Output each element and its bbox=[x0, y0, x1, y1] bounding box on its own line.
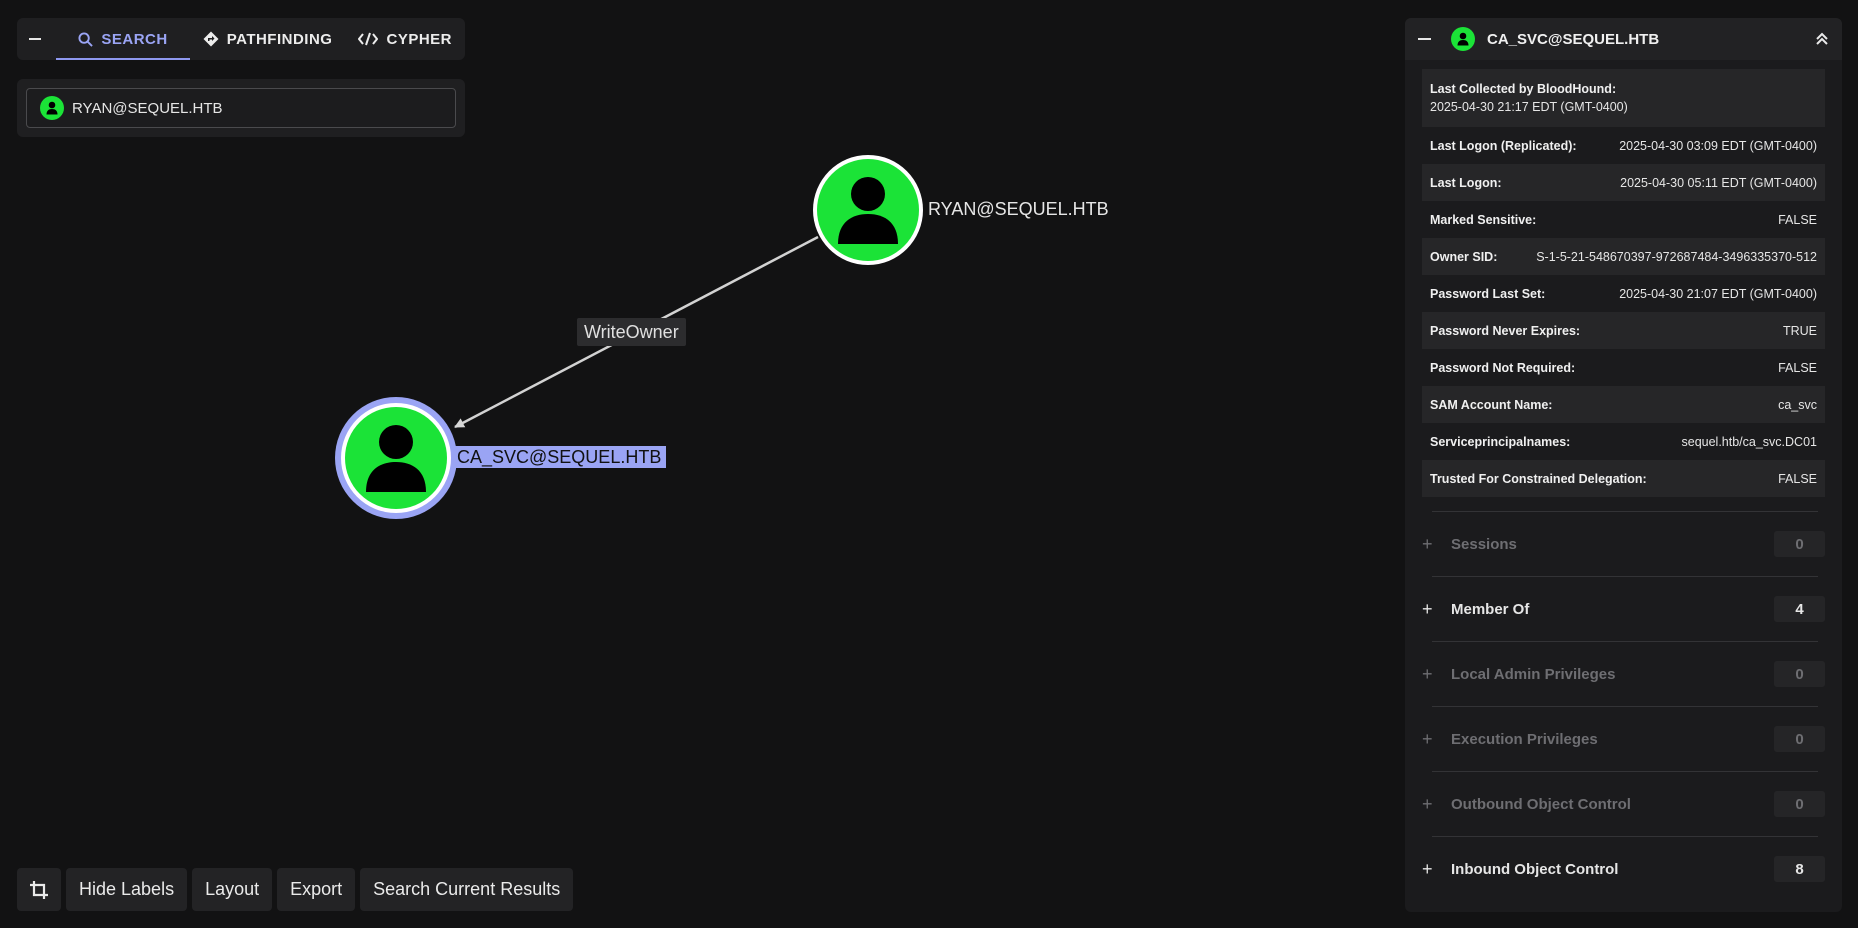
section-label: Sessions bbox=[1451, 535, 1517, 553]
property-key: Password Never Expires: bbox=[1430, 323, 1581, 338]
route-icon bbox=[203, 31, 219, 47]
property-value: TRUE bbox=[1782, 323, 1817, 338]
property-row: SAM Account Name: ca_svc bbox=[1422, 386, 1825, 423]
tab-pathfinding[interactable]: PATHFINDING bbox=[190, 18, 346, 60]
crop-button[interactable] bbox=[17, 868, 61, 911]
tab-cypher[interactable]: CYPHER bbox=[345, 18, 465, 60]
section-label: Local Admin Privileges bbox=[1451, 665, 1616, 683]
property-row: Last Logon: 2025-04-30 05:11 EDT (GMT-040… bbox=[1422, 164, 1825, 201]
property-row: Marked Sensitive: FALSE bbox=[1422, 201, 1825, 238]
layout-button[interactable]: Layout bbox=[192, 868, 273, 911]
property-value: 2025-04-30 05:11 EDT (GMT-0400) bbox=[1620, 175, 1817, 190]
search-input[interactable]: RYAN@SEQUEL.HTB bbox=[26, 88, 456, 128]
section-count: 0 bbox=[1774, 791, 1825, 817]
node-label-ca-svc: CA_SVC@SEQUEL.HTB bbox=[452, 446, 667, 468]
user-icon bbox=[40, 96, 64, 120]
property-key: Last Collected by BloodHound: bbox=[1430, 82, 1617, 96]
edge-label: WriteOwner bbox=[577, 318, 686, 346]
plus-icon: + bbox=[1422, 793, 1433, 814]
entity-panel: CA_SVC@SEQUEL.HTB Last Collected by Bloo… bbox=[1405, 18, 1842, 912]
section-label: Member Of bbox=[1451, 600, 1530, 618]
entity-title: CA_SVC@SEQUEL.HTB bbox=[1487, 30, 1660, 48]
code-icon bbox=[358, 32, 379, 46]
property-key: Serviceprincipalnames: bbox=[1430, 434, 1571, 449]
property-value: S-1-5-21-548670397-972687484-3496335370-… bbox=[1536, 249, 1817, 264]
property-key: Password Not Required: bbox=[1430, 360, 1576, 375]
tab-cypher-label: CYPHER bbox=[386, 30, 452, 48]
section-sessions[interactable]: + Sessions 0 bbox=[1422, 512, 1825, 576]
entity-panel-header: CA_SVC@SEQUEL.HTB bbox=[1405, 18, 1842, 60]
node-ryan[interactable] bbox=[813, 155, 923, 265]
double-chevron-up-icon[interactable] bbox=[1815, 32, 1829, 46]
user-icon bbox=[838, 177, 898, 244]
property-value: FALSE bbox=[1778, 360, 1817, 375]
property-row: Last Collected by BloodHound: 2025-04-30 … bbox=[1422, 69, 1825, 127]
section-label: Outbound Object Control bbox=[1451, 795, 1631, 813]
property-value: 2025-04-30 21:07 EDT (GMT-0400) bbox=[1619, 286, 1817, 301]
graph-toolbar: Hide Labels Layout Export Search Current… bbox=[17, 868, 574, 911]
plus-icon: + bbox=[1422, 598, 1433, 619]
hide-labels-button[interactable]: Hide Labels bbox=[66, 868, 188, 911]
property-row: Password Last Set: 2025-04-30 21:07 EDT (… bbox=[1422, 275, 1825, 312]
tab-search-label: SEARCH bbox=[101, 30, 168, 48]
section-label: Inbound Object Control bbox=[1451, 860, 1619, 878]
property-row: Last Logon (Replicated): 2025-04-30 03:09… bbox=[1422, 127, 1825, 164]
property-row: Serviceprincipalnames: sequel.htb/ca_svc.… bbox=[1422, 423, 1825, 460]
search-current-results-button[interactable]: Search Current Results bbox=[360, 868, 574, 911]
property-value: FALSE bbox=[1778, 212, 1817, 227]
section-label: Execution Privileges bbox=[1451, 730, 1598, 748]
property-row: Password Never Expires: TRUE bbox=[1422, 312, 1825, 349]
search-input-value: RYAN@SEQUEL.HTB bbox=[72, 99, 223, 117]
properties-list: Last Collected by BloodHound: 2025-04-30 … bbox=[1422, 69, 1825, 497]
user-icon bbox=[366, 425, 426, 492]
property-row: Trusted For Constrained Delegation: FALSE bbox=[1422, 460, 1825, 497]
property-row: Password Not Required: FALSE bbox=[1422, 349, 1825, 386]
plus-icon: + bbox=[1422, 858, 1433, 879]
export-button[interactable]: Export bbox=[277, 868, 356, 911]
plus-icon: + bbox=[1422, 533, 1433, 554]
tab-search[interactable]: SEARCH bbox=[56, 18, 191, 60]
tab-pathfinding-label: PATHFINDING bbox=[226, 30, 333, 48]
collapse-panel-button[interactable] bbox=[1418, 38, 1431, 40]
user-icon bbox=[1451, 27, 1475, 51]
section-count: 0 bbox=[1774, 531, 1825, 557]
property-key: Last Logon (Replicated): bbox=[1430, 138, 1577, 153]
property-value: 2025-04-30 21:17 EDT (GMT-0400) bbox=[1430, 100, 1628, 114]
section-count: 0 bbox=[1774, 726, 1825, 752]
search-icon bbox=[78, 31, 94, 47]
property-key: SAM Account Name: bbox=[1430, 397, 1553, 412]
selected-node-label: CA_SVC@SEQUEL.HTB bbox=[452, 446, 667, 468]
section-member-of[interactable]: + Member Of 4 bbox=[1422, 577, 1825, 641]
plus-icon: + bbox=[1422, 728, 1433, 749]
node-label-ryan: RYAN@SEQUEL.HTB bbox=[928, 199, 1109, 219]
property-value: 2025-04-30 03:09 EDT (GMT-0400) bbox=[1619, 138, 1817, 153]
property-value: FALSE bbox=[1778, 471, 1817, 486]
section-local-admin-privileges[interactable]: + Local Admin Privileges 0 bbox=[1422, 642, 1825, 706]
search-panel: RYAN@SEQUEL.HTB bbox=[17, 79, 465, 137]
section-outbound-object-control[interactable]: + Outbound Object Control 0 bbox=[1422, 772, 1825, 836]
property-key: Owner SID: bbox=[1430, 249, 1498, 264]
node-ca-svc[interactable] bbox=[335, 397, 457, 519]
collapse-button[interactable] bbox=[17, 18, 52, 60]
section-execution-privileges[interactable]: + Execution Privileges 0 bbox=[1422, 707, 1825, 771]
property-value: sequel.htb/ca_svc.DC01 bbox=[1681, 434, 1818, 449]
section-inbound-object-control[interactable]: + Inbound Object Control 8 bbox=[1422, 837, 1825, 901]
search-tabbar: SEARCH PATHFINDING CYPHER bbox=[17, 18, 465, 60]
property-key: Last Logon: bbox=[1430, 175, 1502, 190]
property-value: ca_svc bbox=[1778, 397, 1817, 412]
property-key: Trusted For Constrained Delegation: bbox=[1430, 471, 1647, 486]
property-key: Marked Sensitive: bbox=[1430, 212, 1537, 227]
section-count: 4 bbox=[1774, 596, 1825, 622]
crop-icon bbox=[30, 880, 48, 899]
property-row: Owner SID: S-1-5-21-548670397-972687484-3… bbox=[1422, 238, 1825, 275]
property-key: Password Last Set: bbox=[1430, 286, 1546, 301]
plus-icon: + bbox=[1422, 663, 1433, 684]
section-count: 0 bbox=[1774, 661, 1825, 687]
section-count: 8 bbox=[1774, 856, 1825, 882]
